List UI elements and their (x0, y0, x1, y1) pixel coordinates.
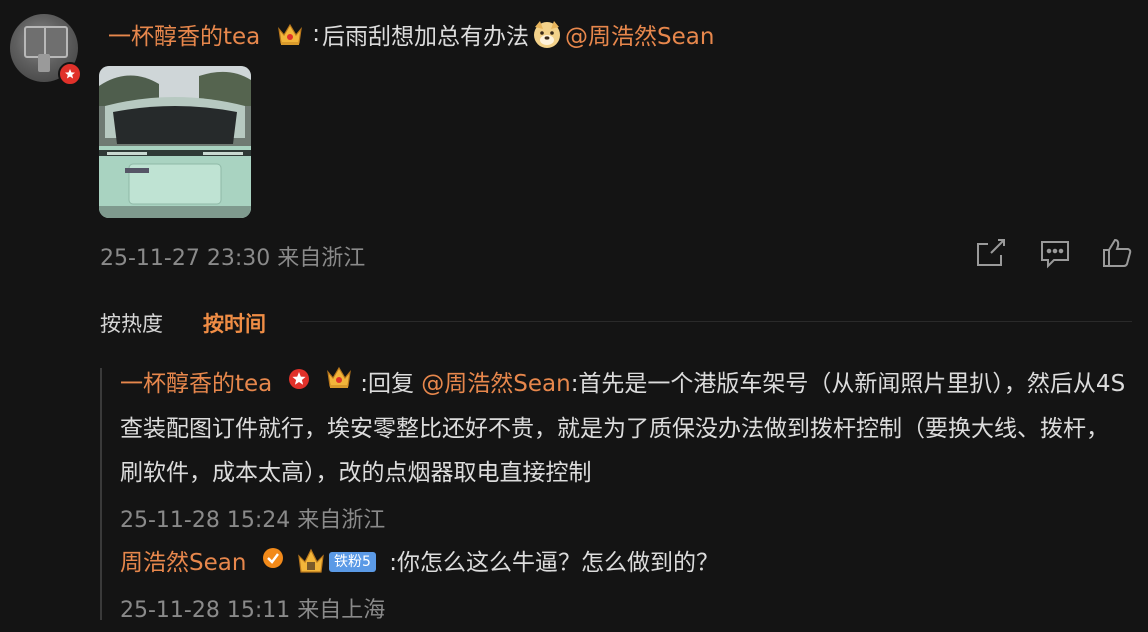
sort-tabs: 按热度 按时间 (100, 308, 266, 338)
sort-by-time-tab[interactable]: 按时间 (203, 308, 266, 338)
reply-timestamp: 25-11-28 15:24 (120, 508, 291, 533)
post-location: 来自浙江 (277, 246, 366, 271)
reply-location: 来自浙江 (297, 508, 386, 533)
reply-author-name[interactable]: 一杯醇香的tea (120, 371, 272, 397)
iron-fan-label: 铁粉5 (329, 551, 376, 572)
reply-label: :回复 (360, 371, 414, 397)
divider (300, 321, 1132, 322)
share-icon[interactable] (974, 236, 1008, 270)
post-timestamp: 25-11-27 23:30 (100, 246, 271, 271)
iron-fan-badge: 铁粉5 (297, 548, 376, 576)
doge-emoji-icon (531, 18, 563, 50)
crown-icon (325, 361, 353, 405)
iron-fan-crown-icon (298, 548, 324, 573)
reply-mention-link[interactable]: @周浩然Sean (421, 371, 570, 397)
reply-thread-bar (100, 368, 102, 620)
post-text: 后雨刮想加总有办法 (322, 24, 530, 50)
reply-timestamp: 25-11-28 15:11 (120, 598, 291, 623)
post-mention-link[interactable]: @周浩然Sean (565, 17, 714, 51)
reply-meta: 25-11-28 15:24 来自浙江 (120, 502, 385, 534)
reply-item: 周浩然Sean 铁粉5 :你怎么这么牛逼？怎么做到的？ (120, 541, 719, 586)
post-author-name[interactable]: 一杯醇香的tea (108, 17, 260, 51)
crown-icon (276, 21, 304, 47)
verified-badge-icon (262, 540, 284, 584)
reply-item: 一杯醇香的tea :回复 @周浩然Sean:首先是一个港版车架号（从新闻照片里扒… (120, 362, 1130, 495)
sort-by-hot-tab[interactable]: 按热度 (100, 308, 163, 338)
reply-author-name[interactable]: 周浩然Sean (120, 550, 246, 576)
comment-icon[interactable] (1038, 236, 1072, 270)
reply-text: :你怎么这么牛逼？怎么做到的？ (389, 550, 720, 576)
vip-badge-icon (58, 62, 82, 86)
post-meta: 25-11-27 23:30 来自浙江 (100, 240, 365, 272)
like-icon[interactable] (1100, 236, 1134, 270)
post-content-line: 一杯醇香的tea : 后雨刮想加总有办法 @周浩然Sean (108, 18, 714, 50)
post-colon: : (312, 21, 321, 47)
post-image-car-rear[interactable] (99, 66, 251, 218)
vip-badge-icon (288, 361, 310, 405)
reply-location: 来自上海 (297, 598, 386, 623)
reply-meta: 25-11-28 15:11 来自上海 (120, 592, 385, 624)
